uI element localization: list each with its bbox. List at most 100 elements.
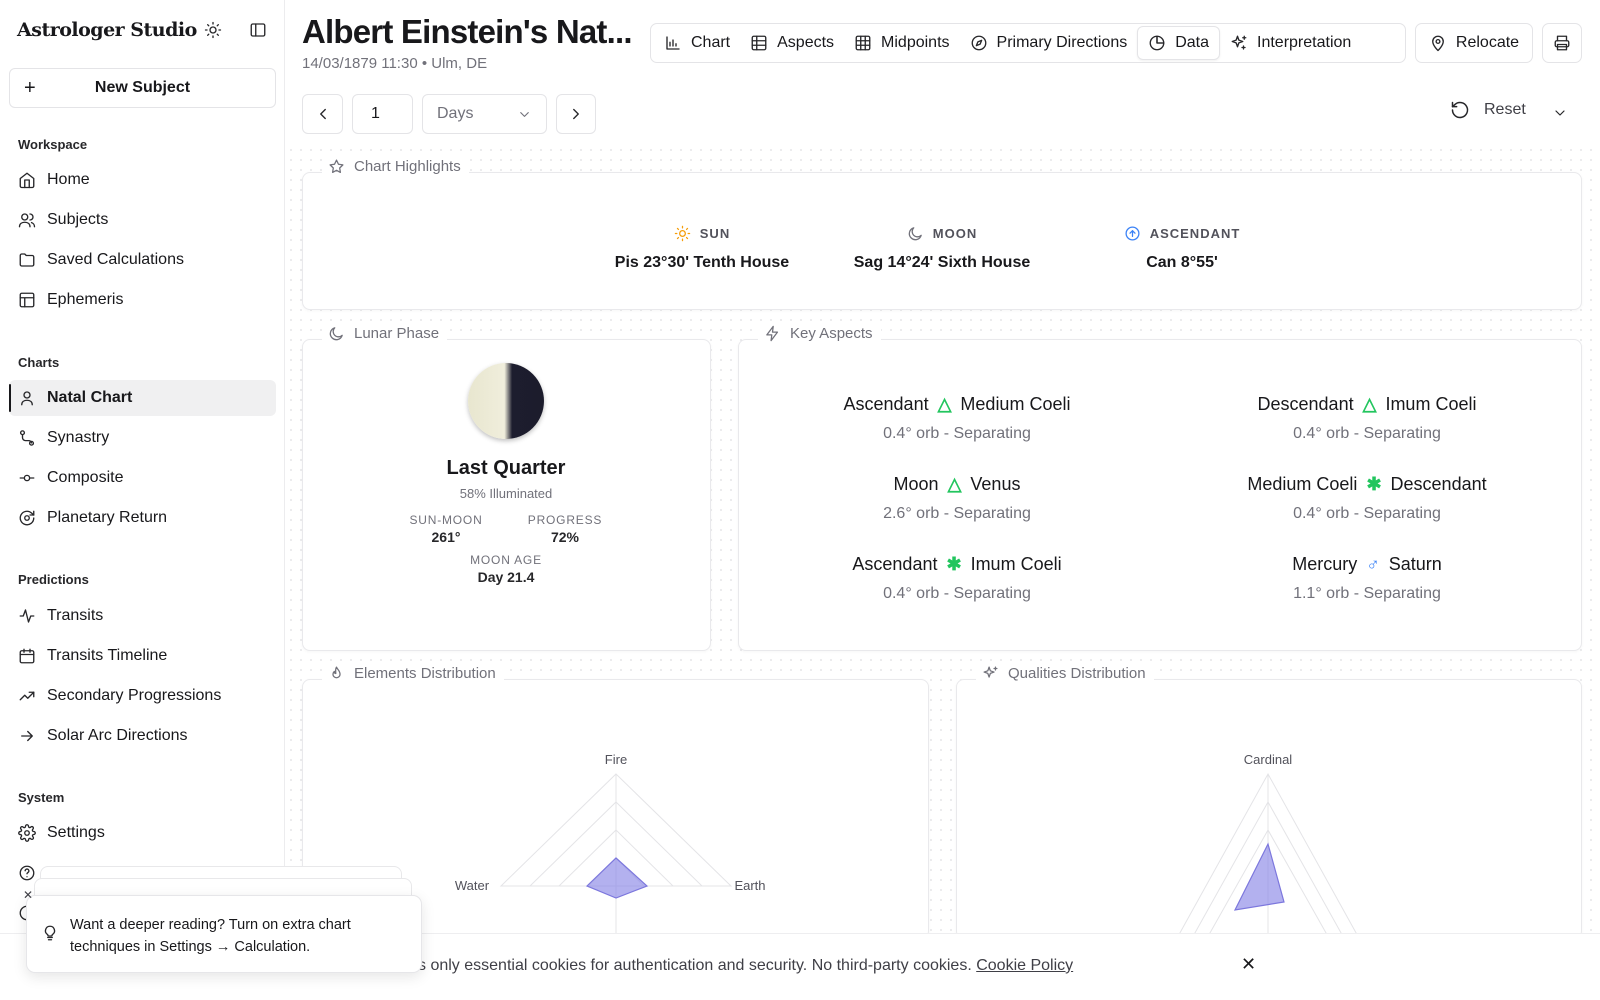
moon-position: Sag 14°24' Sixth House	[853, 254, 1031, 271]
lunar-phase-title: Lunar Phase	[322, 325, 448, 342]
step-forward-button[interactable]	[556, 94, 596, 134]
expand-chevron-icon[interactable]	[1552, 105, 1568, 121]
tab-label: Primary Directions	[996, 34, 1128, 51]
tab-primary-directions[interactable]: Primary Directions	[960, 26, 1138, 60]
help-circle-icon	[17, 863, 37, 883]
aspect-symbol-icon: △	[1362, 394, 1377, 414]
sidebar-item-secondary-progressions[interactable]: Secondary Progressions	[9, 678, 276, 714]
tab-chart[interactable]: Chart	[654, 26, 740, 60]
step-unit-select[interactable]: Days	[422, 94, 547, 134]
printer-icon	[1554, 35, 1570, 51]
plus-icon: +	[24, 77, 36, 99]
sidebar-item-transits-timeline[interactable]: Transits Timeline	[9, 638, 276, 674]
cookie-text: s only essential cookies for authenticat…	[418, 957, 1074, 974]
reset-label: Reset	[1484, 101, 1526, 118]
lightbulb-icon	[44, 925, 56, 941]
aspect-symbol-icon: ♂	[1366, 554, 1380, 574]
sparkles-icon	[983, 666, 998, 678]
label-water: Water	[455, 878, 490, 893]
aspect-planet-a: Ascendant	[843, 394, 929, 414]
sidebar-item-label: Ephemeris	[47, 291, 124, 308]
grid-icon	[751, 35, 767, 51]
moon-age: MOON AGE Day 21.4	[470, 553, 542, 585]
aspect-item[interactable]: Ascendant ✱ Imum Coeli 0.4° orb - Separatin…	[792, 554, 1122, 603]
lunar-progress: PROGRESS 72%	[527, 513, 603, 545]
new-subject-button[interactable]: + New Subject	[9, 68, 276, 108]
reset-button[interactable]: Reset	[1450, 100, 1526, 120]
aspect-item[interactable]: Moon △ Venus 2.6° orb - Separating	[792, 474, 1122, 523]
sidebar-item-label: Transits	[47, 607, 104, 624]
aspect-planet-b: Imum Coeli	[970, 554, 1062, 574]
aspect-planet-a: Ascendant	[852, 554, 938, 574]
sparkles-icon	[1231, 35, 1247, 50]
users-icon	[17, 210, 37, 230]
compass-icon	[971, 35, 986, 51]
cookie-policy-link[interactable]: Cookie Policy	[976, 957, 1073, 974]
tab-aspects[interactable]: Aspects	[740, 26, 844, 60]
brand-logo[interactable]: Astrologer Studio	[17, 19, 197, 41]
aspect-item[interactable]: Ascendant △ Medium Coeli 0.4° orb - Separat…	[792, 394, 1122, 443]
sidebar-toggle-icon[interactable]	[245, 17, 271, 43]
sidebar-item-label: Transits Timeline	[47, 647, 168, 664]
sidebar-item-label: Natal Chart	[47, 389, 133, 406]
cookie-close-icon[interactable]: ✕	[1241, 954, 1256, 975]
step-amount-input[interactable]: 1	[352, 94, 413, 134]
refresh-icon	[17, 508, 37, 528]
aspect-planet-b: Medium Coeli	[960, 394, 1071, 414]
chevron-down-icon	[520, 111, 529, 117]
sidebar-item-home[interactable]: Home	[9, 162, 276, 198]
tab-interpretation[interactable]: Interpretation	[1220, 26, 1361, 60]
zap-icon	[766, 325, 779, 342]
star-icon	[329, 159, 344, 174]
step-back-button[interactable]	[302, 94, 343, 134]
tip-toast: Want a deeper reading? Turn on extra cha…	[26, 895, 422, 973]
chevron-left-icon	[319, 108, 326, 120]
label-earth: Earth	[734, 878, 765, 893]
chart-highlights-title: Chart Highlights	[322, 158, 469, 175]
tab-label: Aspects	[777, 34, 835, 51]
sidebar: Astrologer Studio + New Subject Workspac…	[0, 0, 285, 1000]
aspect-item[interactable]: Mercury ♂ Saturn 1.1° orb - Separating	[1202, 554, 1532, 603]
sidebar-item-settings[interactable]: Settings	[9, 815, 276, 851]
tab-label: Chart	[691, 34, 731, 51]
sidebar-item-solar-arc-directions[interactable]: Solar Arc Directions	[9, 718, 276, 754]
aspect-item[interactable]: Medium Coeli ✱ Descendant 0.4° orb - Separa…	[1202, 474, 1532, 523]
relocate-button[interactable]: Relocate	[1415, 23, 1533, 63]
toast-close-icon[interactable]: ✕	[23, 888, 33, 902]
sidebar-item-label: Subjects	[47, 211, 109, 228]
label-cardinal: Cardinal	[1244, 752, 1293, 767]
aspect-planet-a: Descendant	[1257, 394, 1354, 414]
sun-moon-angle: SUN-MOON 261°	[409, 513, 483, 545]
aspect-planet-b: Imum Coeli	[1385, 394, 1477, 414]
key-aspects-title: Key Aspects	[758, 325, 881, 342]
tab-data[interactable]: Data	[1137, 26, 1221, 60]
sidebar-item-label: Secondary Progressions	[47, 687, 222, 704]
tab-midpoints[interactable]: Midpoints	[844, 26, 959, 60]
lunar-phase-name: Last Quarter	[446, 457, 566, 479]
elements-radar-chart: Fire Earth Water	[455, 752, 766, 940]
sidebar-item-saved-calculations[interactable]: Saved Calculations	[9, 242, 276, 278]
section-workspace: Workspace	[18, 137, 88, 152]
aspect-planet-a: Moon	[893, 474, 939, 494]
aspect-planet-b: Descendant	[1390, 474, 1487, 494]
theme-toggle-sun-icon[interactable]	[200, 17, 226, 43]
sidebar-item-composite[interactable]: Composite	[9, 460, 276, 496]
sidebar-item-label: Saved Calculations	[47, 251, 184, 268]
print-button[interactable]	[1542, 23, 1582, 63]
gear-icon	[17, 823, 37, 843]
aspect-item[interactable]: Descendant △ Imum Coeli 0.4° orb - Separati…	[1202, 394, 1532, 443]
sidebar-item-natal-chart[interactable]: Natal Chart	[9, 380, 276, 416]
ascendant-position: Can 8°55'	[1146, 254, 1218, 271]
moon-icon	[908, 227, 922, 241]
sidebar-item-transits[interactable]: Transits	[9, 598, 276, 634]
view-tabs: Chart Aspects Midpoints Primary Directio…	[650, 23, 1406, 63]
sidebar-item-synastry[interactable]: Synastry	[9, 420, 276, 456]
sidebar-item-planetary-return[interactable]: Planetary Return	[9, 500, 276, 536]
pie-chart-icon	[1149, 35, 1165, 51]
section-charts: Charts	[18, 355, 60, 370]
sidebar-item-subjects[interactable]: Subjects	[9, 202, 276, 238]
step-amount-value: 1	[371, 105, 380, 122]
step-unit-value: Days	[437, 105, 474, 122]
sidebar-item-ephemeris[interactable]: Ephemeris	[9, 282, 276, 318]
highlight-sun: SUN Pis 23°30' Tenth House	[572, 225, 832, 272]
